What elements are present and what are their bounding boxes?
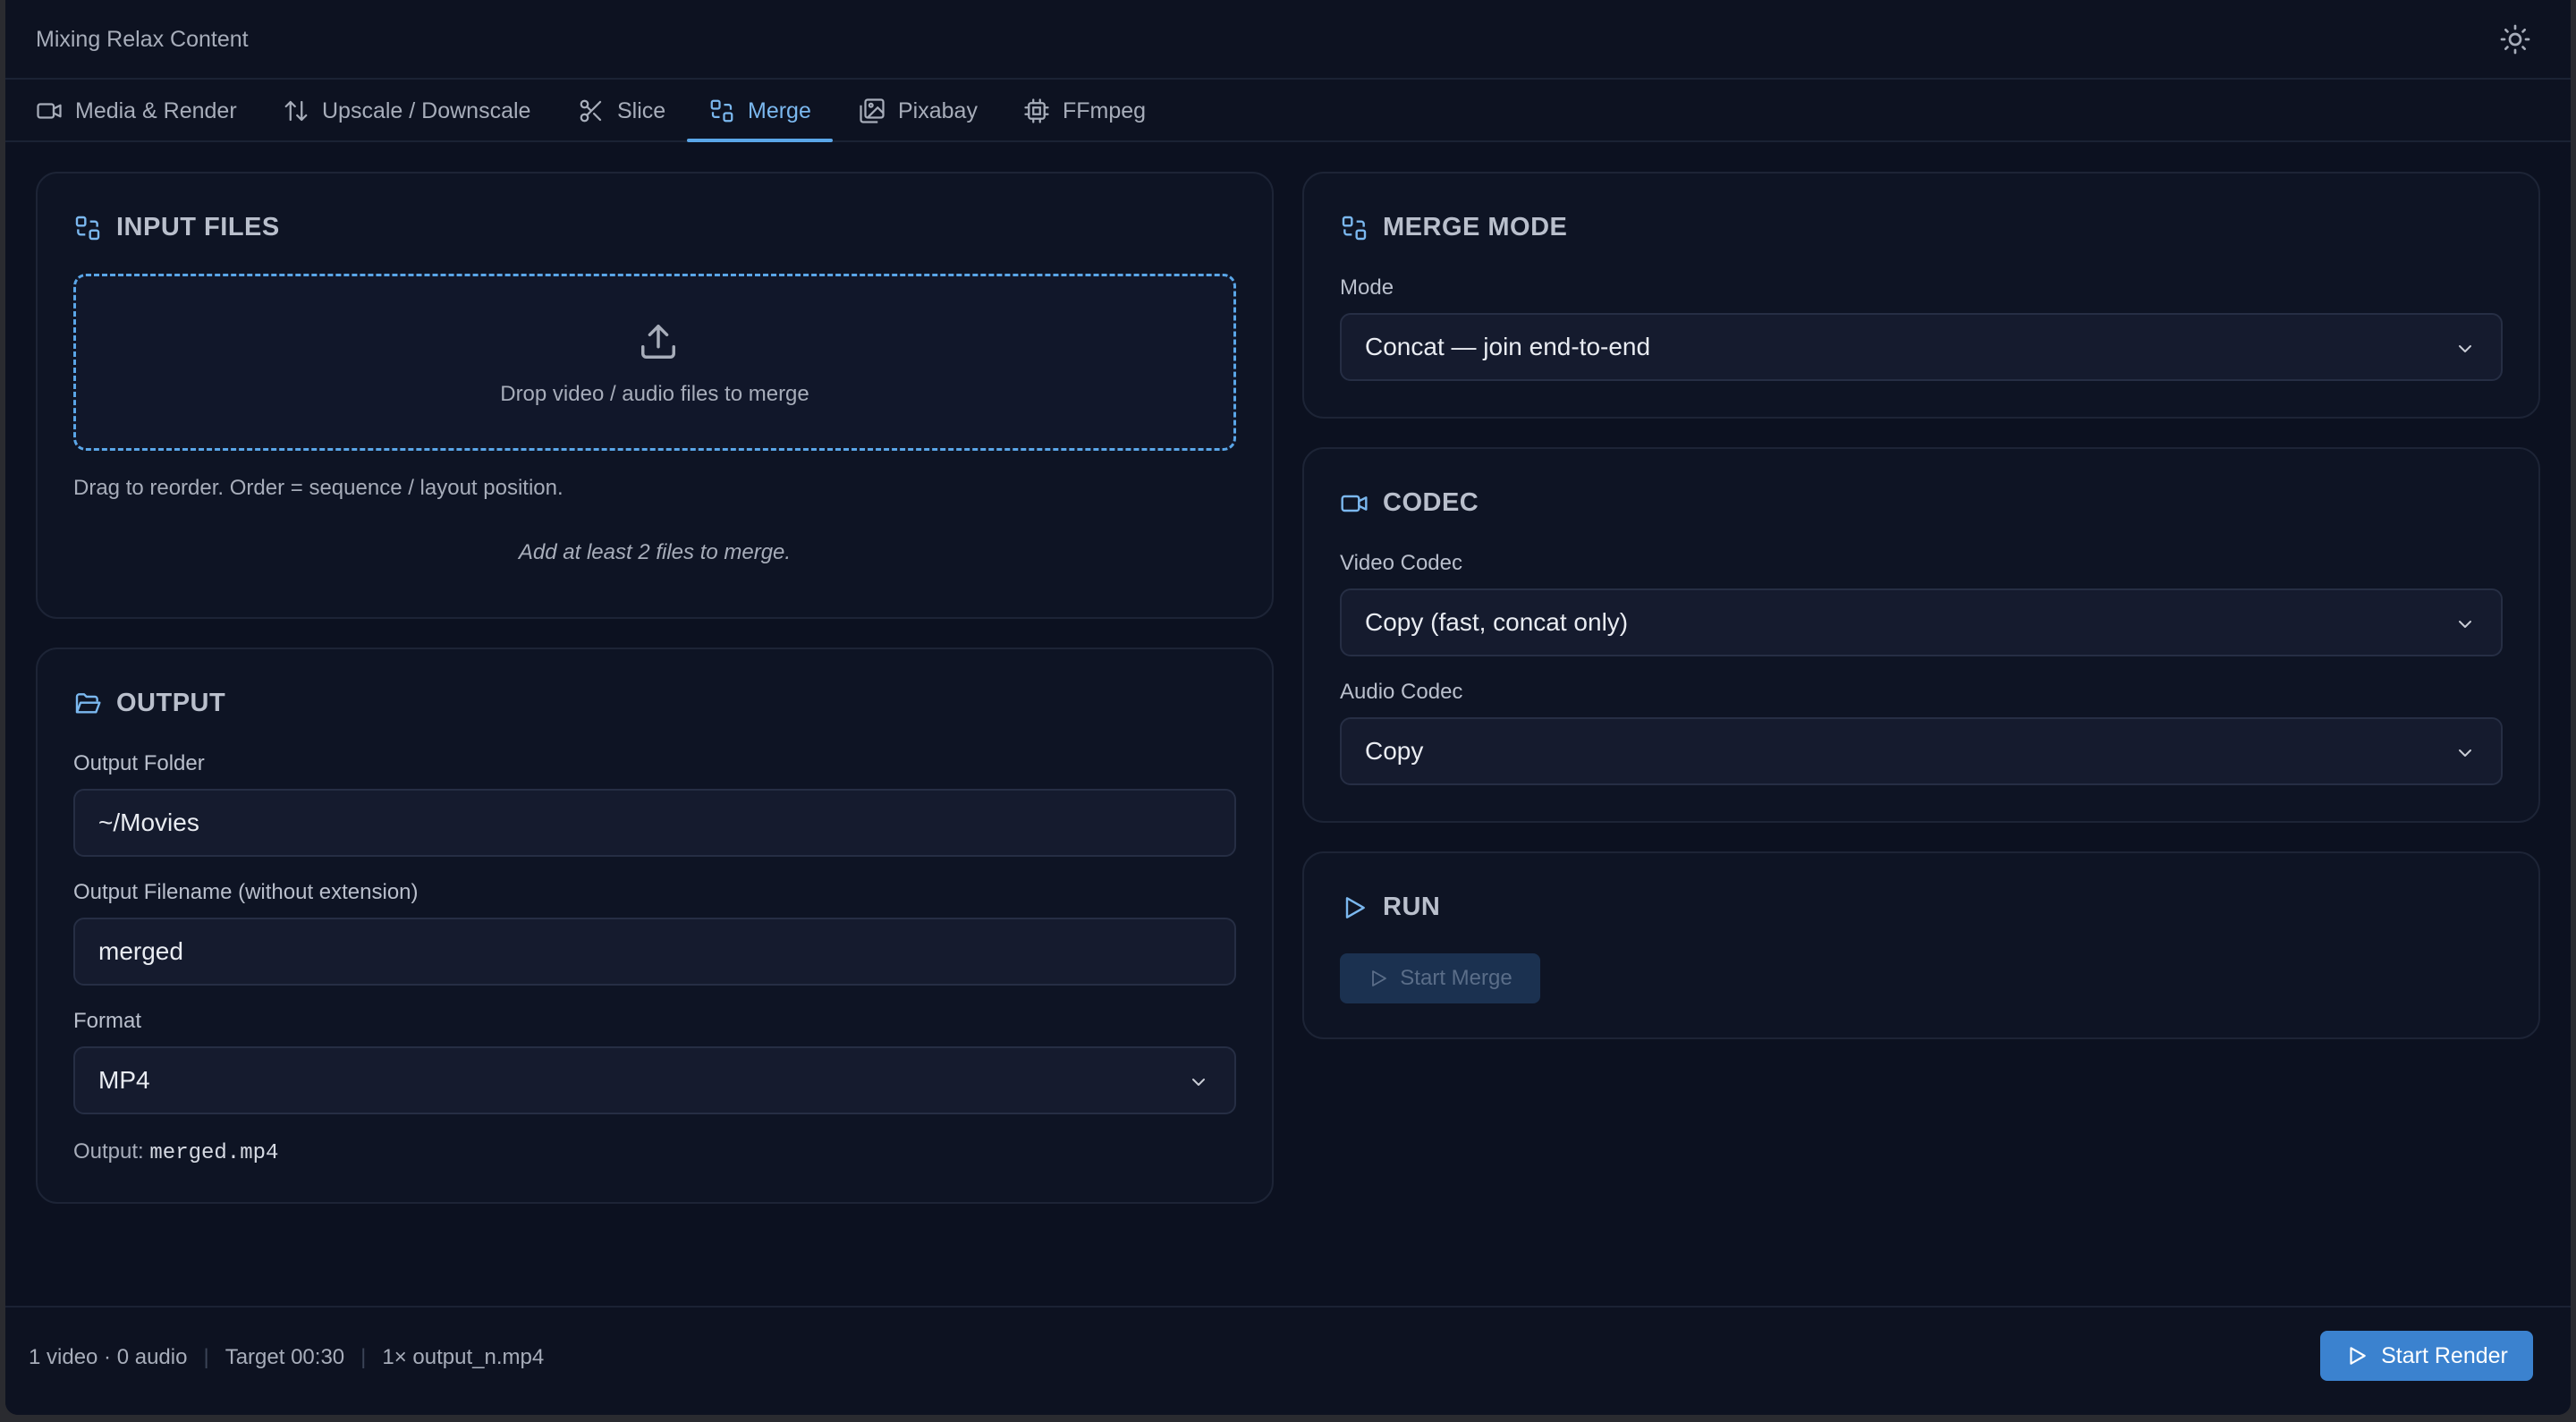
tab-label: Upscale / Downscale: [322, 97, 531, 123]
folder-open-icon: [75, 692, 101, 714]
run-card: RUN Start Merge: [1302, 851, 2540, 1039]
chevron-down-icon: [2459, 621, 2471, 628]
format-select[interactable]: MP4: [73, 1046, 1236, 1114]
merge-icon: [75, 216, 100, 240]
tab-label: Merge: [748, 97, 811, 123]
start-render-button[interactable]: Start Render: [2320, 1331, 2533, 1381]
card-title: MERGE MODE: [1383, 213, 1568, 241]
tab-media-render[interactable]: Media & Render: [36, 80, 237, 142]
output-filename-label: Output Filename (without extension): [73, 880, 419, 904]
reorder-hint: Drag to reorder. Order = sequence / layo…: [73, 476, 564, 500]
merge-mode-card: MERGE MODE Mode Concat — join end-to-end: [1302, 172, 2540, 419]
tab-label: Pixabay: [898, 97, 978, 123]
tab-bar: Media & Render Upscale / Downscale Slice…: [5, 80, 2571, 142]
video-codec-select[interactable]: Copy (fast, concat only): [1340, 588, 2503, 656]
images-icon: [860, 98, 885, 123]
chevron-down-icon: [2459, 345, 2471, 352]
output-folder-value: ~/Movies: [98, 808, 199, 836]
arrows-up-down-icon: [284, 100, 308, 122]
cpu-icon: [1024, 98, 1049, 123]
scissors-icon: [580, 99, 602, 123]
card-title: RUN: [1383, 893, 1441, 921]
output-preview: Output: merged.mp4: [73, 1139, 278, 1165]
upload-icon: [641, 325, 675, 359]
play-icon: [2350, 1347, 2366, 1365]
output-folder-input[interactable]: ~/Movies: [73, 789, 1236, 857]
audio-codec-select[interactable]: Copy: [1340, 717, 2503, 785]
codec-card: CODEC Video Codec Copy (fast, concat onl…: [1302, 447, 2540, 823]
input-files-card: INPUT FILES Drop video / audio files to …: [36, 172, 1274, 619]
video-codec-label: Video Codec: [1340, 551, 1462, 575]
chevron-down-icon: [1192, 1079, 1205, 1086]
output-filename-preview: merged.mp4: [149, 1141, 279, 1165]
tab-merge[interactable]: Merge: [687, 80, 833, 142]
app-window: Mixing Relax Content Media & Render Upsc…: [5, 0, 2571, 1415]
audio-codec-value: Copy: [1365, 737, 1424, 765]
mode-select[interactable]: Concat — join end-to-end: [1340, 313, 2503, 381]
video-codec-value: Copy (fast, concat only): [1365, 608, 1629, 636]
format-label: Format: [73, 1009, 142, 1033]
merge-mode-header: MERGE MODE: [1340, 213, 1567, 242]
audio-codec-label: Audio Codec: [1340, 680, 1463, 704]
play-icon: [1345, 896, 1365, 918]
output-filename-input[interactable]: merged: [73, 918, 1236, 986]
output-folder-label: Output Folder: [73, 751, 205, 775]
separator: |: [203, 1345, 209, 1369]
tab-ffmpeg[interactable]: FFmpeg: [1023, 80, 1146, 142]
app-title: Mixing Relax Content: [36, 27, 249, 52]
tab-pixabay[interactable]: Pixabay: [859, 80, 978, 142]
output-count: 1× output_n.mp4: [382, 1345, 545, 1369]
output-filename-value: merged: [98, 937, 183, 965]
sun-icon: [2500, 24, 2530, 55]
start-merge-label: Start Merge: [1400, 966, 1513, 990]
mode-label: Mode: [1340, 275, 1394, 300]
card-title: CODEC: [1383, 488, 1479, 517]
tab-upscale-downscale[interactable]: Upscale / Downscale: [283, 80, 530, 142]
video-icon: [37, 103, 62, 119]
tab-slice[interactable]: Slice: [578, 80, 665, 142]
codec-header: CODEC: [1340, 488, 1479, 518]
card-title: INPUT FILES: [116, 213, 280, 241]
title-bar: Mixing Relax Content: [5, 0, 2571, 80]
run-header: RUN: [1340, 893, 1440, 922]
status-summary: 1 video · 0 audio | Target 00:30 | 1× ou…: [29, 1345, 544, 1370]
output-header: OUTPUT: [73, 689, 225, 718]
target-duration: Target 00:30: [225, 1345, 345, 1369]
start-merge-button[interactable]: Start Merge: [1340, 953, 1540, 1003]
merge-icon: [710, 99, 733, 123]
media-count: 1 video · 0 audio: [29, 1345, 188, 1369]
chevron-down-icon: [2459, 749, 2471, 757]
format-value: MP4: [98, 1066, 150, 1094]
tab-label: FFmpeg: [1063, 97, 1147, 123]
start-render-label: Start Render: [2381, 1342, 2508, 1368]
dropzone-text: Drop video / audio files to merge: [500, 382, 809, 406]
separator: |: [360, 1345, 367, 1369]
card-title: OUTPUT: [116, 689, 226, 717]
input-files-header: INPUT FILES: [73, 213, 280, 242]
merge-icon: [1342, 216, 1367, 240]
tab-label: Slice: [617, 97, 666, 123]
video-icon: [1341, 495, 1368, 512]
file-dropzone[interactable]: Drop video / audio files to merge: [73, 274, 1236, 451]
theme-toggle-button[interactable]: [2499, 23, 2531, 55]
tab-label: Media & Render: [75, 97, 237, 123]
output-card: OUTPUT Output Folder ~/Movies Output Fil…: [36, 648, 1274, 1204]
empty-state-text: Add at least 2 files to merge.: [518, 540, 792, 564]
mode-value: Concat — join end-to-end: [1365, 333, 1651, 360]
play-icon: [1372, 970, 1387, 986]
output-prefix: Output:: [73, 1139, 144, 1164]
status-bar: 1 video · 0 audio | Target 00:30 | 1× ou…: [5, 1306, 2571, 1415]
